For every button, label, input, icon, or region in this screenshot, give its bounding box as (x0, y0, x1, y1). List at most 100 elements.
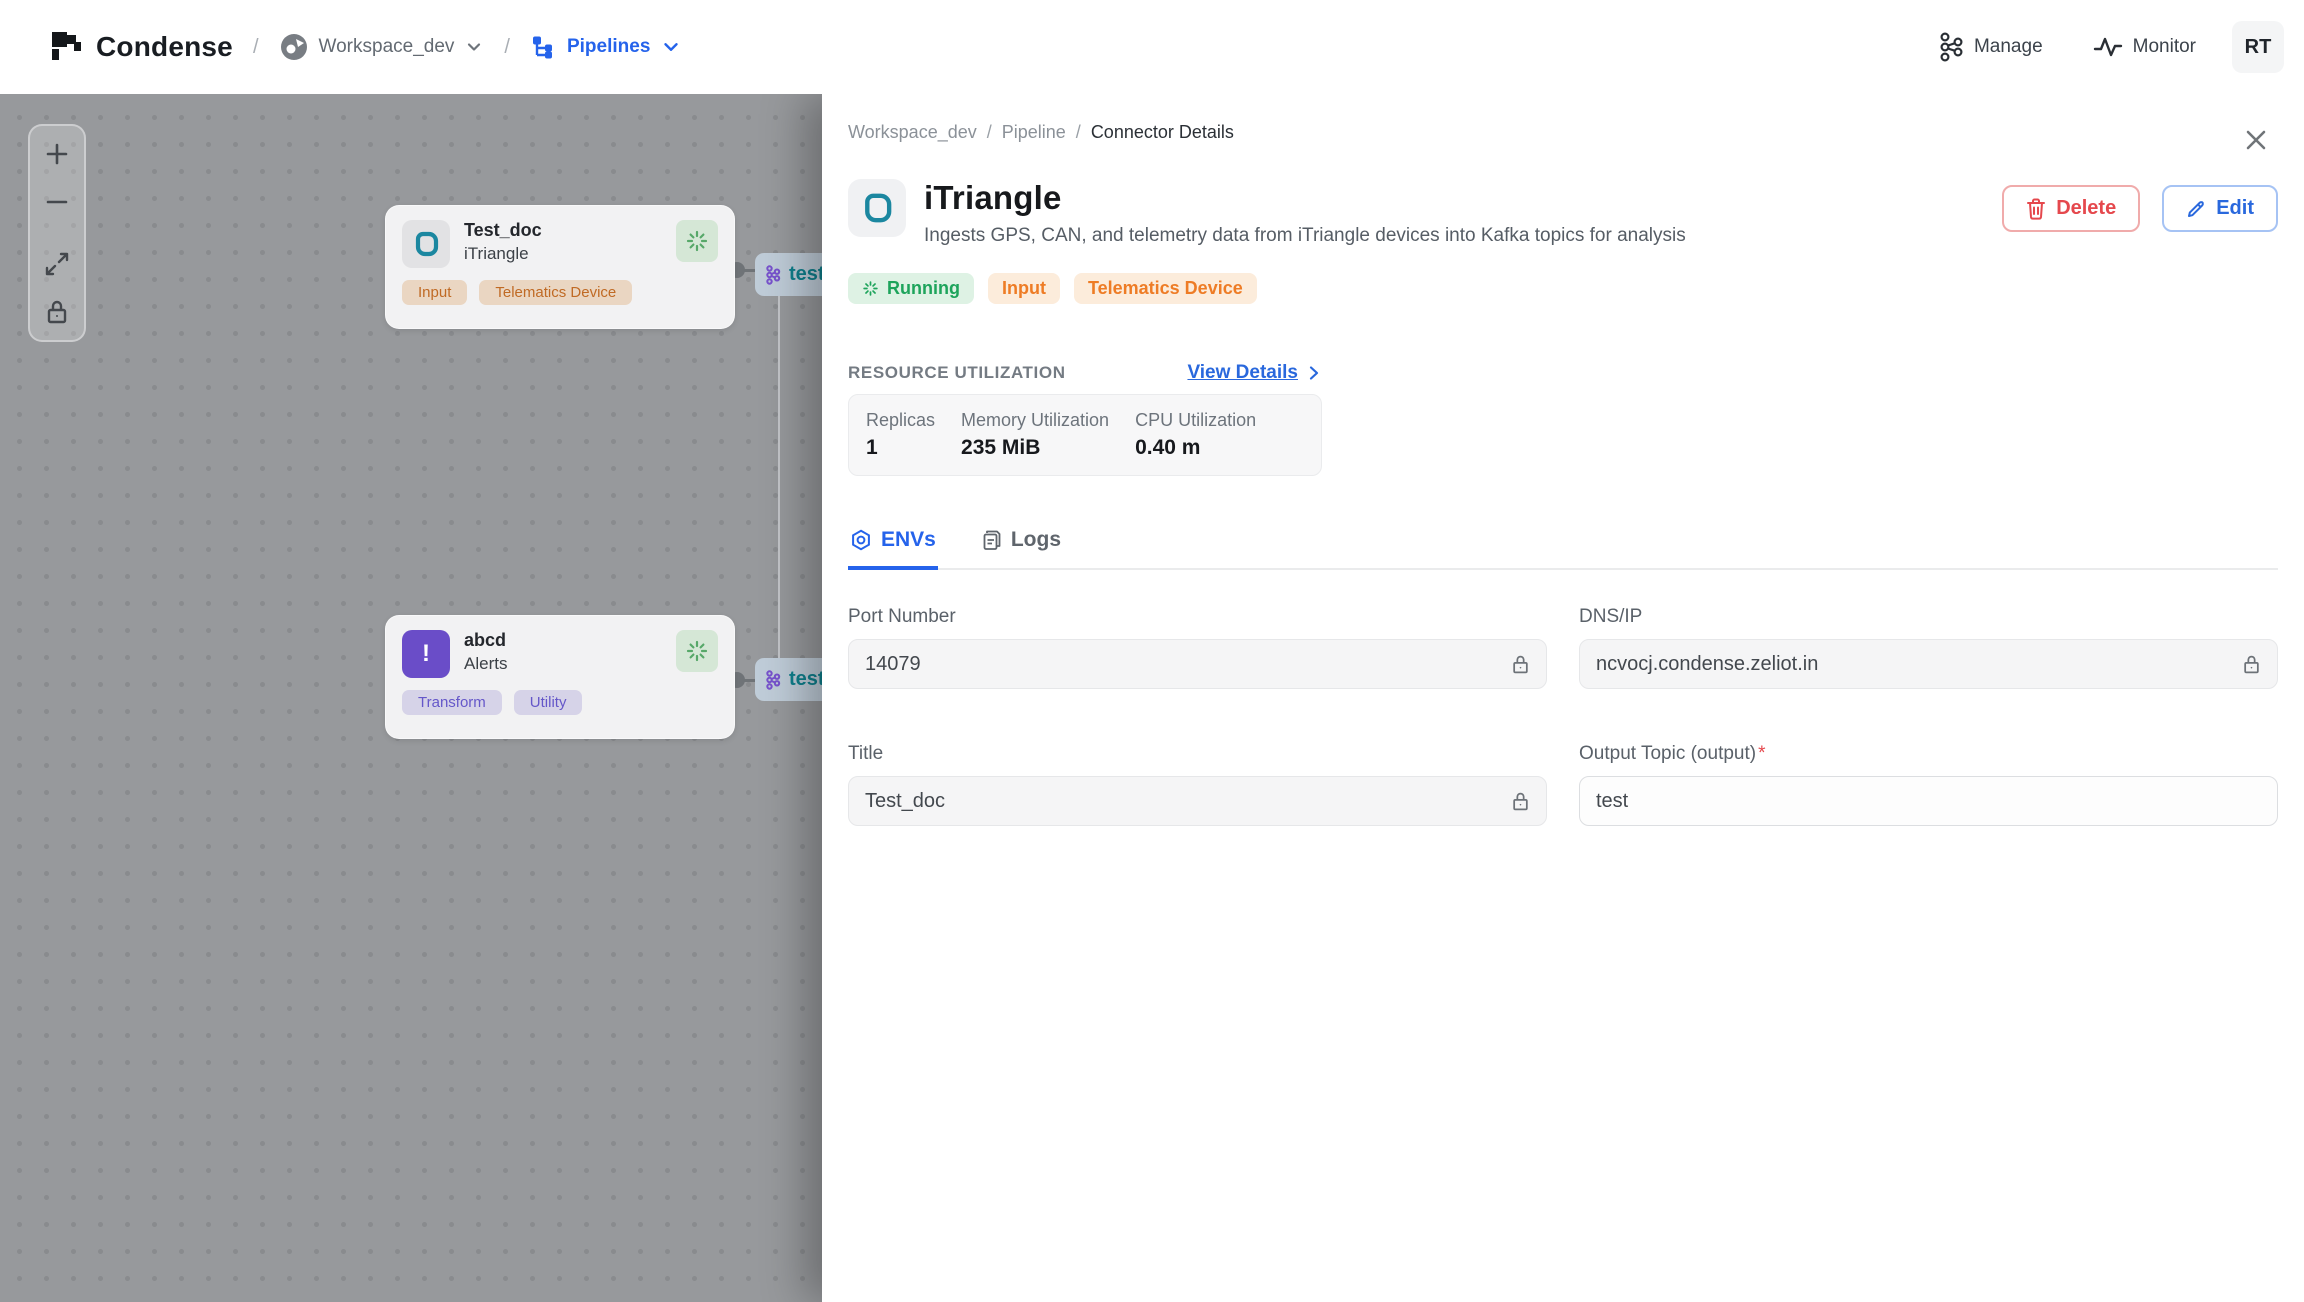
stat-value: 0.40 m (1135, 436, 1201, 459)
chevron-down-icon (660, 36, 682, 58)
dns-ip-field: DNS/IP (1579, 606, 2278, 689)
workspace-switcher[interactable]: Workspace_dev (279, 32, 485, 62)
tab-label: ENVs (881, 528, 936, 551)
type-badge: Input (987, 273, 1060, 304)
dns-ip-value[interactable] (1596, 652, 2230, 676)
resource-utilization-title: RESOURCE UTILIZATION (848, 363, 1066, 382)
itriangle-connector-icon (848, 179, 906, 237)
zoom-in-button[interactable] (44, 140, 70, 168)
pipeline-canvas[interactable]: Test_doc iTriangle Input Telematics Devi… (0, 94, 822, 1302)
node-running-spinner-icon (676, 220, 718, 262)
close-panel-button[interactable] (2236, 120, 2276, 160)
manage-nav-button[interactable]: Manage (1924, 32, 2057, 62)
kafka-topic-icon (765, 669, 781, 690)
output-topic-value[interactable] (1596, 789, 2261, 813)
node-titles: Test_doc iTriangle (464, 220, 542, 264)
alert-exclamation: ! (422, 640, 430, 667)
connector-actions: Delete Edit (2002, 179, 2278, 232)
node-running-spinner-icon (676, 630, 718, 672)
connector-header: iTriangle Ingests GPS, CAN, and telemetr… (848, 179, 2278, 247)
alerts-node-icon: ! (402, 630, 450, 678)
dns-ip-input[interactable] (1579, 639, 2278, 689)
output-topic-input[interactable] (1579, 776, 2278, 826)
node-tag: Telematics Device (479, 280, 633, 305)
tab-label: Logs (1010, 528, 1062, 551)
port-number-value[interactable] (865, 652, 1499, 676)
cpu-stat: CPU Utilization 0.40 m (1135, 410, 1256, 460)
output-topic-field: Output Topic (output) * (1579, 743, 2278, 826)
user-avatar[interactable]: RT (2232, 21, 2284, 73)
node-tag: Transform (402, 690, 502, 715)
brand-name: Condense (96, 31, 233, 62)
lock-icon (1511, 791, 1530, 812)
connector-title: iTriangle (924, 179, 1062, 216)
spinner-icon (862, 280, 879, 297)
brand[interactable]: Condense (50, 30, 233, 64)
breadcrumb-separator: / (986, 122, 992, 142)
lock-icon (1511, 654, 1530, 675)
node-tags: Input Telematics Device (402, 280, 718, 305)
delete-button[interactable]: Delete (2002, 185, 2141, 232)
manage-kafka-icon (1938, 32, 1964, 62)
title-value[interactable] (865, 789, 1499, 813)
manage-label: Manage (1973, 36, 2043, 57)
stat-label: Memory Utilization (961, 410, 1110, 430)
breadcrumb-workspace[interactable]: Workspace_dev (848, 122, 977, 143)
topic-pill-test[interactable]: test (755, 658, 822, 701)
condense-logo-icon (50, 30, 84, 64)
fit-view-button[interactable] (44, 250, 70, 278)
memory-stat: Memory Utilization 235 MiB (961, 410, 1109, 460)
port-number-field: Port Number (848, 606, 1547, 689)
zoom-out-button[interactable] (44, 188, 70, 216)
itriangle-node-icon (402, 220, 450, 268)
edit-button[interactable]: Edit (2162, 185, 2278, 232)
monitor-pulse-icon (2093, 35, 2123, 59)
node-subtitle: Alerts (464, 654, 508, 673)
trash-icon (2026, 198, 2046, 220)
connector-details-panel: Workspace_dev / Pipeline / Connector Det… (822, 94, 2304, 1302)
output-topic-label-text: Output Topic (output) (1579, 743, 1757, 764)
logs-document-icon (982, 529, 1002, 551)
title-field: Title (848, 743, 1547, 826)
output-topic-label: Output Topic (output) * (1579, 743, 2278, 765)
stat-value: 235 MiB (961, 436, 1041, 459)
breadcrumb-pipeline[interactable]: Pipeline (1002, 122, 1066, 143)
connector-description: Ingests GPS, CAN, and telemetry data fro… (924, 225, 1686, 246)
running-status-badge: Running (848, 273, 974, 304)
port-number-input[interactable] (848, 639, 1547, 689)
node-header: ! abcd Alerts (402, 630, 718, 678)
tab-logs[interactable]: Logs (980, 528, 1063, 570)
pipelines-tree-icon (530, 34, 557, 61)
monitor-nav-button[interactable]: Monitor (2079, 35, 2210, 59)
env-form: Port Number DNS/IP (848, 606, 2278, 826)
workspace-name: Workspace_dev (318, 36, 455, 57)
stat-value: 1 (866, 436, 878, 459)
view-details-link[interactable]: View Details (1187, 362, 1322, 384)
breadcrumb-separator: / (1075, 122, 1081, 142)
node-tag: Utility (513, 690, 583, 715)
breadcrumb-separator: / (504, 35, 510, 58)
node-title: abcd (464, 630, 507, 650)
stat-label: CPU Utilization (1135, 410, 1257, 430)
node-subtitle: iTriangle (464, 244, 529, 263)
monitor-label: Monitor (2132, 36, 2196, 57)
title-input[interactable] (848, 776, 1547, 826)
pipelines-switcher[interactable]: Pipelines (530, 34, 682, 61)
tab-envs[interactable]: ENVs (848, 528, 938, 570)
node-tag: Input (402, 280, 468, 305)
workspace-globe-icon (279, 32, 309, 62)
node-abcd[interactable]: ! abcd Alerts Transform Utility (385, 615, 735, 739)
topic-pill-test[interactable]: test (755, 253, 822, 296)
running-label: Running (887, 278, 960, 298)
nav-left: Condense / Workspace_dev / Pipelines (50, 30, 682, 64)
lock-canvas-button[interactable] (45, 298, 69, 326)
connector-title-block: iTriangle Ingests GPS, CAN, and telemetr… (924, 179, 1686, 247)
chevron-down-icon (464, 37, 484, 57)
chevron-right-icon (1306, 365, 1322, 381)
top-navbar: Condense / Workspace_dev / Pipelines Man… (0, 0, 2304, 94)
pipelines-label: Pipelines (566, 36, 651, 57)
canvas-toolbar (28, 124, 86, 342)
node-test-doc[interactable]: Test_doc iTriangle Input Telematics Devi… (385, 205, 735, 329)
resource-stats-card: Replicas 1 Memory Utilization 235 MiB CP… (848, 394, 1322, 476)
kafka-topic-icon (765, 264, 781, 285)
